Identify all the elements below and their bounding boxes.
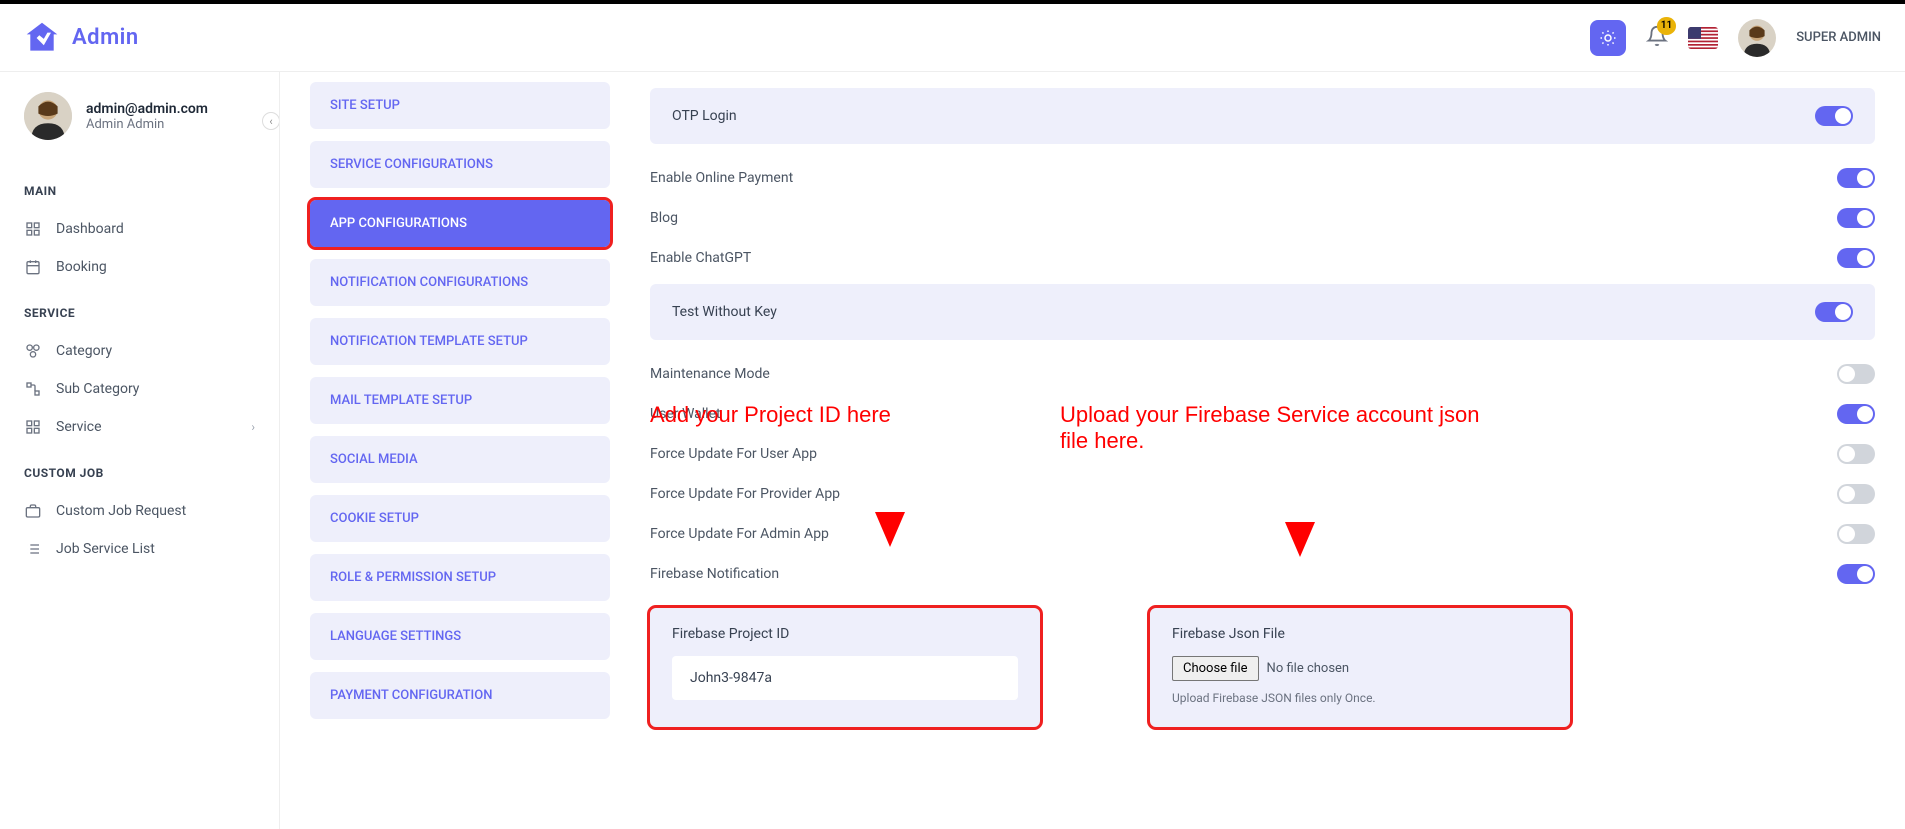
app-title: Admin [72,25,139,50]
sidebar-user-name: Admin Admin [86,117,208,132]
firebase-project-id-label: Firebase Project ID [672,626,1018,642]
toggle-blog[interactable] [1837,208,1875,228]
settings-nav-social-media[interactable]: SOCIAL MEDIA [310,436,610,483]
firebase-json-panel: Firebase Json File Choose file No file c… [1150,608,1570,727]
settings-nav-language[interactable]: LANGUAGE SETTINGS [310,613,610,660]
toggle-online-payment[interactable] [1837,168,1875,188]
nav-dashboard[interactable]: Dashboard [0,210,279,248]
sidebar-collapse-button[interactable]: ‹ [262,112,280,130]
settings-nav-app-config[interactable]: APP CONFIGURATIONS [310,200,610,247]
settings-nav-service-config[interactable]: SERVICE CONFIGURATIONS [310,141,610,188]
app-logo[interactable] [24,20,60,56]
toggle-user-wallet[interactable] [1837,404,1875,424]
toggle-maintenance[interactable] [1837,364,1875,384]
settings-nav-cookie-setup[interactable]: COOKIE SETUP [310,495,610,542]
user-role-label: SUPER ADMIN [1796,30,1881,45]
language-selector[interactable] [1688,27,1718,49]
nav-heading-main: MAIN [24,184,255,198]
notifications-button[interactable]: 11 [1646,25,1668,51]
file-upload-hint: Upload Firebase JSON files only Once. [1172,691,1548,705]
nav-heading-custom-job: CUSTOM JOB [24,466,255,480]
sidebar-user-email: admin@admin.com [86,101,208,117]
nav-label: Job Service List [56,541,155,557]
nav-label: Custom Job Request [56,503,186,519]
notification-count-badge: 11 [1657,17,1676,35]
nav-heading-service: SERVICE [24,306,255,320]
toggle-otp-login[interactable] [1815,106,1853,126]
nav-sub-category[interactable]: Sub Category [0,370,279,408]
choose-file-button[interactable]: Choose file [1172,656,1259,681]
toggle-force-admin[interactable] [1837,524,1875,544]
toggle-label-force-user: Force Update For User App [650,446,817,462]
list-icon [24,540,42,558]
toggle-chatgpt[interactable] [1837,248,1875,268]
toggle-label-online-payment: Enable Online Payment [650,170,793,186]
briefcase-icon [24,502,42,520]
toggle-label-firebase-notif: Firebase Notification [650,566,779,582]
toggle-label-wallet: User Wallet [650,406,721,422]
settings-nav-mail-template[interactable]: MAIL TEMPLATE SETUP [310,377,610,424]
shapes-icon [24,342,42,360]
settings-nav-role-permission[interactable]: ROLE & PERMISSION SETUP [310,554,610,601]
grid-icon [24,220,42,238]
nav-booking[interactable]: Booking [0,248,279,286]
toggle-force-user[interactable] [1837,444,1875,464]
nav-label: Service [56,419,102,435]
firebase-json-label: Firebase Json File [1172,626,1548,642]
toggle-firebase-notification[interactable] [1837,564,1875,584]
us-flag-icon [1688,27,1718,49]
file-chosen-status: No file chosen [1267,661,1350,676]
toggle-label-test-no-key: Test Without Key [672,304,777,320]
nav-label: Category [56,343,112,359]
chevron-right-icon: › [251,420,255,434]
toggle-label-force-provider: Force Update For Provider App [650,486,840,502]
toggle-label-force-admin: Force Update For Admin App [650,526,829,542]
firebase-project-id-panel: Firebase Project ID [650,608,1040,727]
toggle-force-provider[interactable] [1837,484,1875,504]
tree-icon [24,380,42,398]
toggle-test-without-key[interactable] [1815,302,1853,322]
toggle-label-otp: OTP Login [672,108,737,124]
settings-nav-notif-template[interactable]: NOTIFICATION TEMPLATE SETUP [310,318,610,365]
firebase-project-id-input[interactable] [672,656,1018,700]
nav-label: Booking [56,259,107,275]
nav-category[interactable]: Category [0,332,279,370]
nav-label: Dashboard [56,221,124,237]
toggle-label-blog: Blog [650,210,678,226]
nav-label: Sub Category [56,381,139,397]
toggle-label-chatgpt: Enable ChatGPT [650,250,751,266]
nav-service[interactable]: Service › [0,408,279,446]
settings-nav-notif-config[interactable]: NOTIFICATION CONFIGURATIONS [310,259,610,306]
nav-job-service-list[interactable]: Job Service List [0,530,279,568]
calendar-icon [24,258,42,276]
toggle-label-maintenance: Maintenance Mode [650,366,770,382]
user-avatar[interactable] [1738,19,1776,57]
settings-nav-site-setup[interactable]: SITE SETUP [310,82,610,129]
sidebar-user-avatar[interactable] [24,92,72,140]
apps-icon [24,418,42,436]
nav-custom-job-request[interactable]: Custom Job Request [0,492,279,530]
theme-toggle-button[interactable] [1590,20,1626,56]
settings-nav-payment[interactable]: PAYMENT CONFIGURATION [310,672,610,719]
